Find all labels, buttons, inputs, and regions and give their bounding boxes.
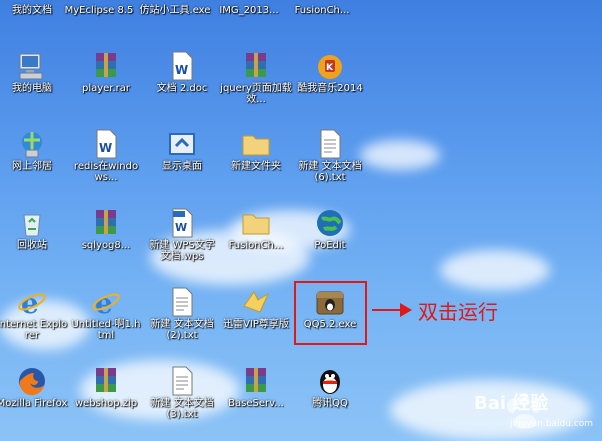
desktop-icon-label: sqlyog8... bbox=[81, 240, 131, 251]
desktop-icon-label: PoEdit bbox=[314, 240, 346, 251]
desktop-icon-untitled-html[interactable]: e Untitled-啊1.html bbox=[70, 284, 142, 348]
desktop-icon-txt6[interactable]: 新建 文本文档 (6).txt bbox=[294, 126, 366, 190]
desktop-icon-label: 网上邻居 bbox=[12, 161, 52, 172]
network-places-icon bbox=[16, 128, 48, 160]
desktop-icon-my-computer[interactable]: 我的电脑 bbox=[0, 48, 68, 112]
svg-text:K: K bbox=[326, 63, 334, 73]
desktop-icon-label: 显示桌面 bbox=[162, 161, 202, 172]
desktop-item-label[interactable]: IMG_2013... bbox=[213, 5, 285, 16]
winrar-archive-icon bbox=[240, 365, 272, 397]
desktop-icon-player-rar[interactable]: player.rar bbox=[70, 48, 142, 112]
desktop-icon-webshop-zip[interactable]: webshop.zip bbox=[70, 363, 142, 427]
desktop-icon-label: Internet Explorer bbox=[0, 319, 68, 341]
desktop-icon-show-desktop[interactable]: 显示桌面 bbox=[146, 126, 218, 190]
desktop-icon-label: jquery页面加载效... bbox=[220, 83, 292, 105]
text-file-icon bbox=[314, 128, 346, 160]
desktop-icon-label: 回收站 bbox=[17, 240, 47, 251]
desktop-icon-label: FusionCh... bbox=[228, 240, 284, 251]
qq-penguin-icon bbox=[314, 365, 346, 397]
svg-text:W: W bbox=[175, 221, 187, 234]
desktop-item-label[interactable]: 仿站小工具.exe bbox=[139, 5, 211, 16]
desktop-item-label[interactable]: MyEclipse 8.5 bbox=[63, 5, 135, 16]
desktop-icon-txt2[interactable]: 新建 文本文档 (2).txt bbox=[146, 284, 218, 348]
desktop-icon-label: Untitled-啊1.html bbox=[71, 319, 141, 341]
highlight-box bbox=[294, 281, 367, 345]
desktop-icon-label: 迅雷VIP尊享版 bbox=[223, 319, 289, 330]
desktop-icon-label: 新建文件夹 bbox=[231, 161, 281, 172]
desktop-icon-new-folder[interactable]: 新建文件夹 bbox=[220, 126, 292, 190]
desktop-icon-label: webshop.zip bbox=[74, 398, 138, 409]
winrar-archive-icon bbox=[90, 50, 122, 82]
svg-text:W: W bbox=[99, 141, 112, 155]
text-file-icon bbox=[166, 286, 198, 318]
cloud bbox=[440, 250, 550, 290]
desktop-icon-label: 酷我音乐2014 bbox=[297, 83, 363, 94]
desktop-item-label[interactable]: 我的文档 bbox=[0, 5, 68, 16]
desktop-icon-doc2[interactable]: W 文档 2.doc bbox=[146, 48, 218, 112]
internet-explorer-icon: e bbox=[90, 286, 122, 318]
desktop-icon-fusionch-folder[interactable]: FusionCh... bbox=[220, 205, 292, 269]
computer-icon bbox=[16, 50, 48, 82]
word-document-icon: W bbox=[166, 50, 198, 82]
cloud bbox=[360, 140, 440, 170]
desktop-icon-jquery-rar[interactable]: jquery页面加载效... bbox=[220, 48, 292, 112]
desktop-icon-sqlyog[interactable]: sqlyog8... bbox=[70, 205, 142, 269]
winrar-archive-icon bbox=[90, 365, 122, 397]
desktop-icon-recycle-bin[interactable]: 回收站 bbox=[0, 205, 68, 269]
winrar-archive-icon bbox=[90, 207, 122, 239]
desktop-icon-label: 文档 2.doc bbox=[156, 83, 208, 94]
poedit-globe-icon bbox=[314, 207, 346, 239]
desktop-icon-redis-doc[interactable]: W redis在windows... bbox=[70, 126, 142, 190]
desktop-icon-poedit[interactable]: PoEdit bbox=[294, 205, 366, 269]
folder-icon bbox=[240, 207, 272, 239]
desktop-icon-label: redis在windows... bbox=[73, 161, 139, 183]
kuwo-music-icon: K bbox=[314, 50, 346, 82]
folder-icon bbox=[240, 128, 272, 160]
desktop-icon-thunder-vip[interactable]: 迅雷VIP尊享版 bbox=[220, 284, 292, 348]
wps-document-icon: W bbox=[166, 207, 198, 239]
text-file-icon bbox=[166, 365, 198, 397]
desktop-icon-label: 腾讯QQ bbox=[312, 398, 348, 409]
show-desktop-icon bbox=[166, 128, 198, 160]
desktop-icon-label: 新建 WPS文字 文档.wps bbox=[149, 240, 215, 262]
internet-explorer-icon: e bbox=[16, 286, 48, 318]
desktop-icon-tencent-qq[interactable]: 腾讯QQ bbox=[294, 363, 366, 427]
recycle-bin-icon bbox=[16, 207, 48, 239]
desktop: 我的文档 MyEclipse 8.5 仿站小工具.exe IMG_2013...… bbox=[0, 0, 602, 441]
word-document-icon: W bbox=[90, 128, 122, 160]
svg-text:W: W bbox=[175, 63, 188, 77]
desktop-icon-label: 新建 文本文档 (3).txt bbox=[150, 398, 214, 420]
firefox-icon bbox=[16, 365, 48, 397]
arrow-right-icon bbox=[372, 303, 412, 317]
desktop-icon-baseserv[interactable]: BaseServ... bbox=[220, 363, 292, 427]
desktop-icon-label: BaseServ... bbox=[228, 398, 284, 409]
desktop-icon-label: 我的电脑 bbox=[12, 83, 52, 94]
desktop-icon-txt3[interactable]: 新建 文本文档 (3).txt bbox=[146, 363, 218, 427]
desktop-icon-network-places[interactable]: 网上邻居 bbox=[0, 126, 68, 190]
desktop-icon-internet-explorer[interactable]: e Internet Explorer bbox=[0, 284, 68, 348]
desktop-icon-label: Mozilla Firefox bbox=[0, 398, 68, 409]
winrar-archive-icon bbox=[240, 50, 272, 82]
desktop-icon-firefox[interactable]: Mozilla Firefox bbox=[0, 363, 68, 427]
desktop-icon-wps[interactable]: W 新建 WPS文字 文档.wps bbox=[146, 205, 218, 269]
svg-text:e: e bbox=[21, 287, 39, 318]
watermark-url: jingyan.baidu.com bbox=[510, 419, 594, 429]
annotation-text: 双击运行 bbox=[418, 300, 498, 324]
desktop-icon-label: 新建 文本文档 (6).txt bbox=[298, 161, 362, 183]
desktop-icon-label: player.rar bbox=[81, 83, 131, 94]
desktop-icon-label: 新建 文本文档 (2).txt bbox=[150, 319, 214, 341]
desktop-item-label[interactable]: FusionCh... bbox=[286, 5, 358, 16]
watermark-brand: Bai 经验 bbox=[474, 393, 549, 414]
thunder-bird-icon bbox=[240, 286, 272, 318]
desktop-icon-kuwo[interactable]: K 酷我音乐2014 bbox=[294, 48, 366, 112]
svg-text:e: e bbox=[95, 287, 113, 318]
